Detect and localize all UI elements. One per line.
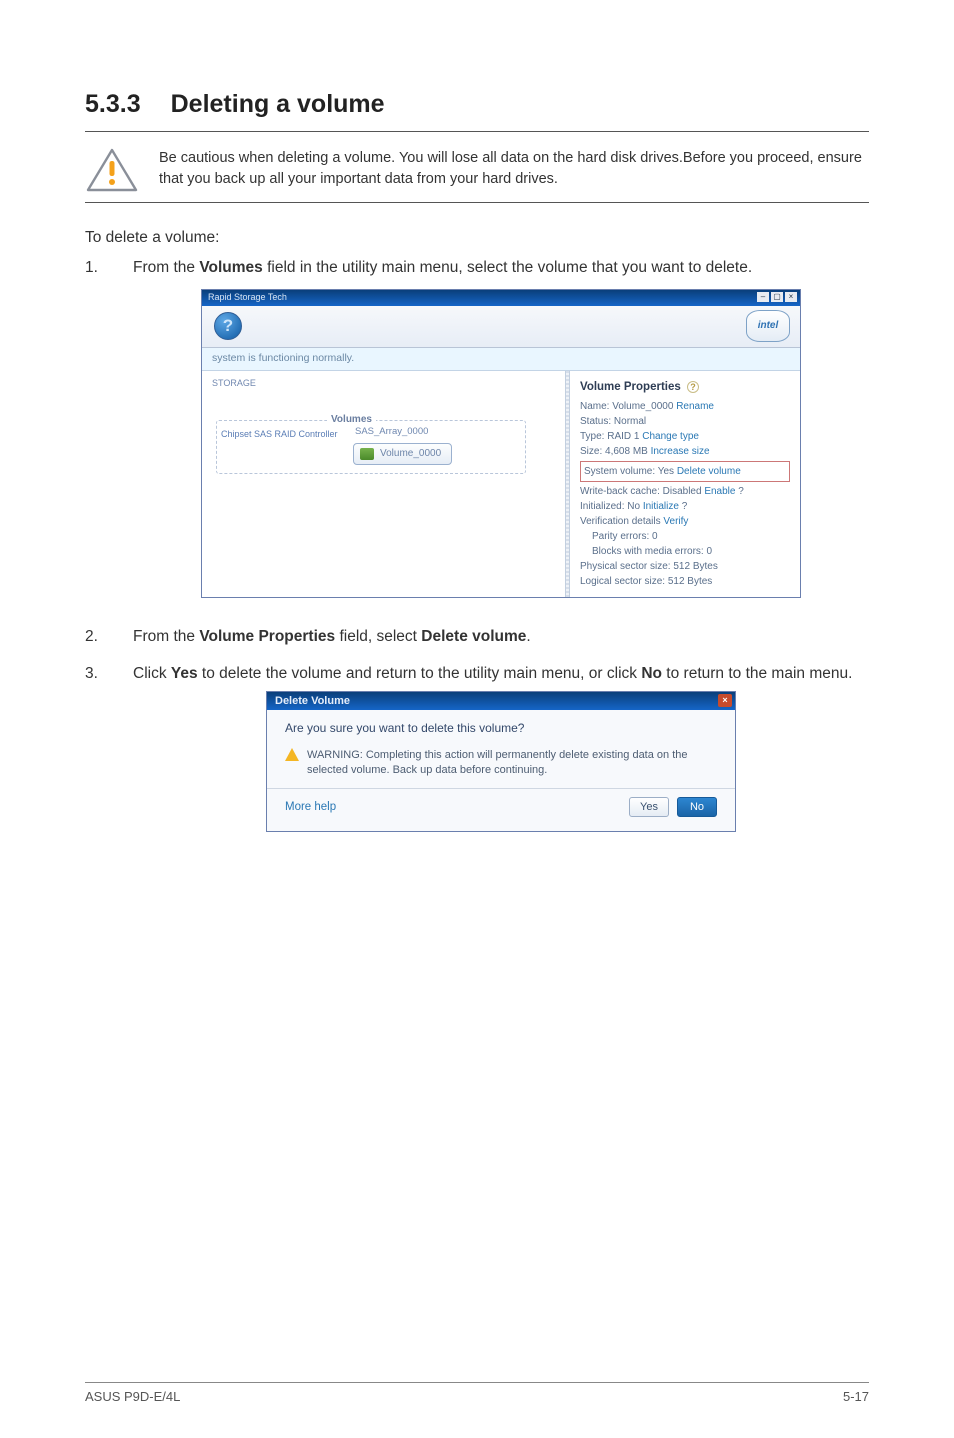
- volume-properties-header: Volume Properties: [580, 381, 681, 393]
- dialog-separator: [267, 788, 735, 789]
- controller-label: Chipset SAS RAID Controller: [221, 425, 341, 441]
- vp-wbcache: Write-back cache: Disabled: [580, 486, 702, 497]
- yes-button[interactable]: Yes: [629, 797, 669, 817]
- section-title: Deleting a volume: [171, 90, 385, 119]
- intro-text: To delete a volume:: [85, 229, 869, 247]
- dialog-question: Are you sure you want to delete this vol…: [285, 720, 717, 737]
- vp-verif: Verification details: [580, 516, 661, 527]
- status-strip: system is functioning normally.: [202, 348, 800, 370]
- vp-init: Initialized: No: [580, 501, 640, 512]
- app-titlebar: Rapid Storage Tech – ▢ ×: [202, 290, 800, 306]
- section-number: 5.3.3: [85, 90, 141, 119]
- vp-status: Status: Normal: [580, 414, 790, 429]
- dialog-titlebar: Delete Volume ×: [267, 692, 735, 710]
- footer-right: 5-17: [843, 1389, 869, 1404]
- vp-change-type-link[interactable]: Change type: [642, 431, 699, 442]
- step-2-bold-1: Volume Properties: [199, 628, 335, 645]
- step-3-text-e: to return to the main menu.: [662, 665, 852, 682]
- app-toolbar: ? intel: [202, 306, 800, 348]
- help-badge-icon[interactable]: ?: [687, 381, 699, 393]
- volume-properties-pane: Volume Properties ? Name: Volume_0000 Re…: [570, 371, 800, 598]
- intel-logo: intel: [746, 310, 790, 342]
- step-2: From the Volume Properties field, select…: [85, 626, 869, 648]
- volumes-legend: Volumes: [327, 413, 376, 428]
- step-3-text-c: to delete the volume and return to the u…: [198, 665, 642, 682]
- step-3-bold-1: Yes: [171, 665, 198, 682]
- vp-size: Size: 4,608 MB: [580, 446, 648, 457]
- help-icon[interactable]: ?: [214, 312, 242, 340]
- step-3-bold-2: No: [641, 665, 662, 682]
- vp-parity: Parity errors: 0: [592, 529, 790, 544]
- step-1-text-c: field in the utility main menu, select t…: [263, 259, 752, 276]
- app-title-text: Rapid Storage Tech: [208, 292, 287, 302]
- volumes-groupbox: Volumes Chipset SAS RAID Controller SAS_…: [216, 420, 526, 474]
- volume-chip-label: Volume_0000: [380, 447, 441, 462]
- vp-blocks: Blocks with media errors: 0: [592, 544, 790, 559]
- vp-rename-link[interactable]: Rename: [676, 401, 714, 412]
- step-1-text-a: From the: [133, 259, 199, 276]
- step-2-text-a: From the: [133, 628, 199, 645]
- dialog-close-icon[interactable]: ×: [718, 694, 732, 707]
- vp-sysvol: System volume: Yes: [584, 466, 674, 477]
- volume-icon: [360, 448, 374, 460]
- minimize-icon[interactable]: –: [757, 292, 769, 302]
- maximize-icon[interactable]: ▢: [771, 292, 783, 302]
- help-badge-icon-3[interactable]: ?: [682, 501, 688, 512]
- step-2-text-c: field, select: [335, 628, 421, 645]
- dialog-more-help-link[interactable]: More help: [285, 799, 336, 816]
- delete-volume-dialog: Delete Volume × Are you sure you want to…: [266, 691, 736, 832]
- vp-verify-link[interactable]: Verify: [663, 516, 688, 527]
- left-pane: STORAGE Volumes Chipset SAS RAID Control…: [202, 371, 565, 598]
- storage-label: STORAGE: [212, 377, 555, 390]
- help-badge-icon-2[interactable]: ?: [738, 486, 744, 497]
- callout-text: Be cautious when deleting a volume. You …: [159, 146, 869, 190]
- step-1-bold: Volumes: [199, 259, 262, 276]
- step-3: Click Yes to delete the volume and retur…: [85, 663, 869, 833]
- close-icon[interactable]: ×: [785, 292, 797, 302]
- vp-type: Type: RAID 1: [580, 431, 639, 442]
- heading-rule: [85, 131, 869, 132]
- vp-lsec: Logical sector size: 512 Bytes: [580, 574, 790, 589]
- vp-name: Name: Volume_0000: [580, 401, 673, 412]
- app-window: Rapid Storage Tech – ▢ × ? intel system …: [201, 289, 801, 598]
- callout-rule: [85, 202, 869, 203]
- vp-wb-enable-link[interactable]: Enable: [704, 486, 735, 497]
- step-2-bold-2: Delete volume: [421, 628, 526, 645]
- warning-triangle-icon: [85, 146, 139, 194]
- step-3-text-a: Click: [133, 665, 171, 682]
- vp-delete-volume-link[interactable]: Delete volume: [677, 466, 741, 477]
- warning-icon: [285, 748, 299, 761]
- step-2-text-e: .: [526, 628, 530, 645]
- vp-increase-link[interactable]: Increase size: [651, 446, 710, 457]
- dialog-warning-text: WARNING: Completing this action will per…: [307, 748, 717, 779]
- dialog-title-text: Delete Volume: [275, 695, 350, 707]
- volume-chip[interactable]: Volume_0000: [353, 443, 452, 466]
- footer-left: ASUS P9D-E/4L: [85, 1389, 180, 1404]
- vp-init-link[interactable]: Initialize: [643, 501, 679, 512]
- step-1: From the Volumes field in the utility ma…: [85, 257, 869, 598]
- vp-psec: Physical sector size: 512 Bytes: [580, 559, 790, 574]
- no-button[interactable]: No: [677, 797, 717, 817]
